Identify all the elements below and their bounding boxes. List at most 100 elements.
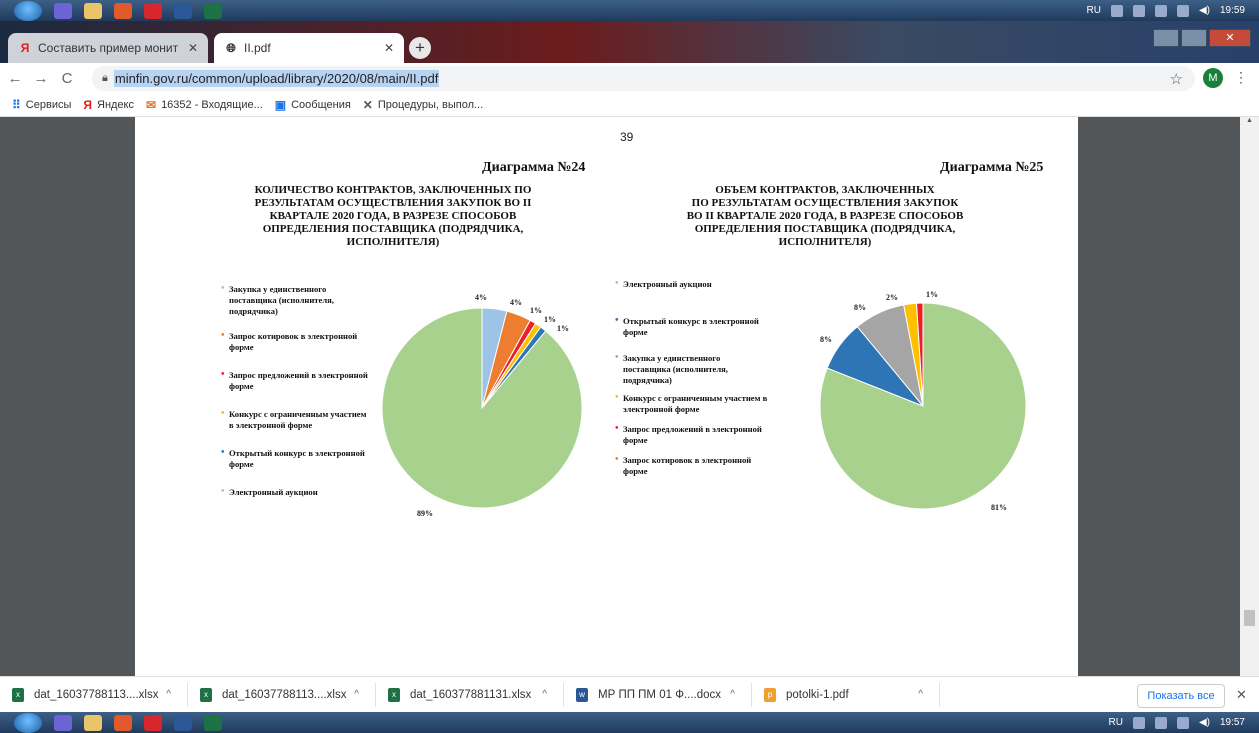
- chrome-icon[interactable]: [114, 714, 132, 731]
- bookmark-label: Сообщения: [291, 98, 351, 111]
- language-indicator[interactable]: RU: [1086, 5, 1100, 16]
- bookmark-yandex[interactable]: Я Яндекс: [83, 98, 134, 112]
- menu-icon[interactable]: ⋮: [1234, 69, 1248, 86]
- mail-icon: ✉: [146, 97, 157, 112]
- explorer-icon[interactable]: [84, 2, 102, 19]
- legend-label: Запрос котировок в электронной форме: [623, 455, 752, 476]
- bookmark-procedures[interactable]: ✕ Процедуры, выпол...: [363, 98, 483, 112]
- start-button[interactable]: [14, 712, 42, 733]
- chart-title-line: КОЛИЧЕСТВО КОНТРАКТОВ, ЗАКЛЮЧЕННЫХ ПО: [254, 184, 532, 196]
- maximize-button[interactable]: [1181, 29, 1207, 47]
- legend-item: • Запрос предложений в электронной форме: [615, 424, 770, 446]
- clock[interactable]: 19:59: [1220, 5, 1245, 16]
- tray-icon[interactable]: [1110, 4, 1123, 17]
- lock-icon[interactable]: 🔒︎: [102, 72, 108, 85]
- legend-item: • Запрос котировок в электронной форме: [615, 455, 770, 477]
- minimize-button[interactable]: [1153, 29, 1179, 47]
- legend-label: Закупка у единственного поставщика (испо…: [623, 353, 728, 385]
- app-icon[interactable]: [54, 2, 72, 19]
- start-button[interactable]: [14, 0, 42, 21]
- clock[interactable]: 19:57: [1220, 717, 1245, 728]
- legend-item: • Электронный аукцион: [221, 487, 371, 498]
- bookmark-label: Яндекс: [97, 98, 134, 111]
- close-icon[interactable]: ✕: [188, 41, 198, 55]
- flag-icon[interactable]: [1154, 4, 1167, 17]
- taskbar-bottom: RU ◀) 19:57: [0, 712, 1259, 733]
- excel-file-icon: x: [388, 687, 400, 702]
- chevron-up-icon[interactable]: ^: [166, 689, 171, 700]
- download-item[interactable]: w МР ПП ПМ 01 Ф....docx ^: [564, 682, 752, 707]
- word-icon[interactable]: [174, 2, 192, 19]
- tab-pdf[interactable]: 🌐︎ II.pdf ✕: [214, 33, 404, 63]
- url-text[interactable]: minfin.gov.ru/common/upload/library/2020…: [113, 70, 440, 87]
- pie-chart: 81% 8% 8% 2% 1%: [819, 290, 1027, 512]
- legend-label: Электронный аукцион: [229, 487, 318, 497]
- language-indicator[interactable]: RU: [1108, 717, 1122, 728]
- scrollbar[interactable]: ▲: [1240, 117, 1259, 676]
- volume-icon[interactable]: ◀): [1199, 5, 1210, 16]
- pie-data-label: 1%: [926, 290, 938, 299]
- back-icon[interactable]: ←: [4, 70, 26, 87]
- yandex-browser-icon[interactable]: [144, 2, 162, 19]
- chevron-up-icon[interactable]: ^: [354, 689, 359, 700]
- legend-item: • Закупка у единственного поставщика (исп…: [221, 284, 371, 317]
- download-item[interactable]: x dat_16037788113....xlsx ^: [0, 682, 188, 707]
- word-icon[interactable]: [174, 714, 192, 731]
- tab-yandex[interactable]: Я Составить пример мониторинг ✕: [8, 33, 208, 63]
- scroll-up-icon[interactable]: ▲: [1240, 117, 1259, 124]
- pie-data-label: 1%: [544, 315, 556, 324]
- legend-item: • Открытый конкурс в электронной форме: [221, 448, 371, 470]
- chart-title-line: ВО II КВАРТАЛЕ 2020 ГОДА, В РАЗРЕЗЕ СПОС…: [686, 210, 964, 222]
- tray-icon[interactable]: [1132, 4, 1145, 17]
- network-icon[interactable]: [1176, 716, 1189, 729]
- chart-title: КОЛИЧЕСТВО КОНТРАКТОВ, ЗАКЛЮЧЕННЫХ ПО РЕ…: [228, 184, 558, 249]
- chrome-icon[interactable]: [114, 2, 132, 19]
- explorer-icon[interactable]: [84, 714, 102, 731]
- close-icon[interactable]: ✕: [384, 41, 394, 55]
- bookmark-messages[interactable]: ▣ Сообщения: [275, 98, 351, 112]
- messages-icon: ▣: [274, 97, 287, 112]
- flag-icon[interactable]: [1154, 716, 1167, 729]
- window-controls: ✕: [1153, 29, 1251, 47]
- network-icon[interactable]: [1176, 4, 1189, 17]
- chart-title: ОБЪЕМ КОНТРАКТОВ, ЗАКЛЮЧЕННЫХ ПО РЕЗУЛЬТ…: [650, 184, 1000, 249]
- pie-data-label: 4%: [475, 293, 487, 302]
- chevron-up-icon[interactable]: ^: [542, 689, 547, 700]
- legend-item: • Запрос предложений в электронной форме: [221, 370, 371, 392]
- profile-avatar[interactable]: M: [1203, 68, 1223, 88]
- volume-icon[interactable]: ◀): [1199, 717, 1210, 728]
- legend-marker: •: [615, 352, 619, 363]
- pie-chart: 4%4%1%1%1%89%: [381, 293, 583, 518]
- show-all-button[interactable]: Показать все: [1137, 684, 1225, 708]
- chevron-up-icon[interactable]: ^: [918, 689, 923, 700]
- legend-item: • Конкурс с ограниченным участием в элект…: [221, 409, 371, 431]
- chevron-up-icon[interactable]: ^: [730, 689, 735, 700]
- bookmark-mail[interactable]: ✉ 16352 - Входящие...: [146, 98, 263, 112]
- legend-label: Запрос котировок в электронной форме: [229, 331, 358, 352]
- download-item[interactable]: x dat_16037788113....xlsx ^: [188, 682, 376, 707]
- pie-data-label: 81%: [991, 503, 1007, 512]
- legend-marker: •: [221, 330, 225, 341]
- reload-icon[interactable]: C: [56, 70, 78, 87]
- new-tab-button[interactable]: +: [409, 37, 431, 59]
- legend-item: • Конкурс с ограниченным участием в элект…: [615, 393, 770, 415]
- star-icon[interactable]: ☆: [1170, 70, 1183, 88]
- app-icon[interactable]: [54, 714, 72, 731]
- legend-label: Закупка у единственного поставщика (испо…: [229, 284, 334, 316]
- address-bar[interactable]: 🔒︎ minfin.gov.ru/common/upload/library/2…: [92, 66, 1195, 91]
- close-window-button[interactable]: ✕: [1209, 29, 1251, 47]
- legend-label: Конкурс с ограниченным участием в электр…: [623, 393, 768, 414]
- download-item[interactable]: p potolki-1.pdf ^: [752, 682, 940, 707]
- legend-label: Конкурс с ограниченным участием в электр…: [229, 409, 367, 430]
- excel-icon[interactable]: [204, 714, 222, 731]
- excel-icon[interactable]: [204, 2, 222, 19]
- scrollbar-thumb[interactable]: [1244, 610, 1255, 626]
- legend-marker: •: [221, 486, 225, 497]
- bookmark-services[interactable]: ⠿ Сервисы: [12, 98, 71, 112]
- forward-icon[interactable]: →: [30, 70, 52, 87]
- tray-icon[interactable]: [1132, 716, 1145, 729]
- download-item[interactable]: x dat_160377881131.xlsx ^: [376, 682, 564, 707]
- close-icon[interactable]: ✕: [1236, 687, 1247, 703]
- legend-marker: •: [615, 454, 619, 465]
- yandex-browser-icon[interactable]: [144, 714, 162, 731]
